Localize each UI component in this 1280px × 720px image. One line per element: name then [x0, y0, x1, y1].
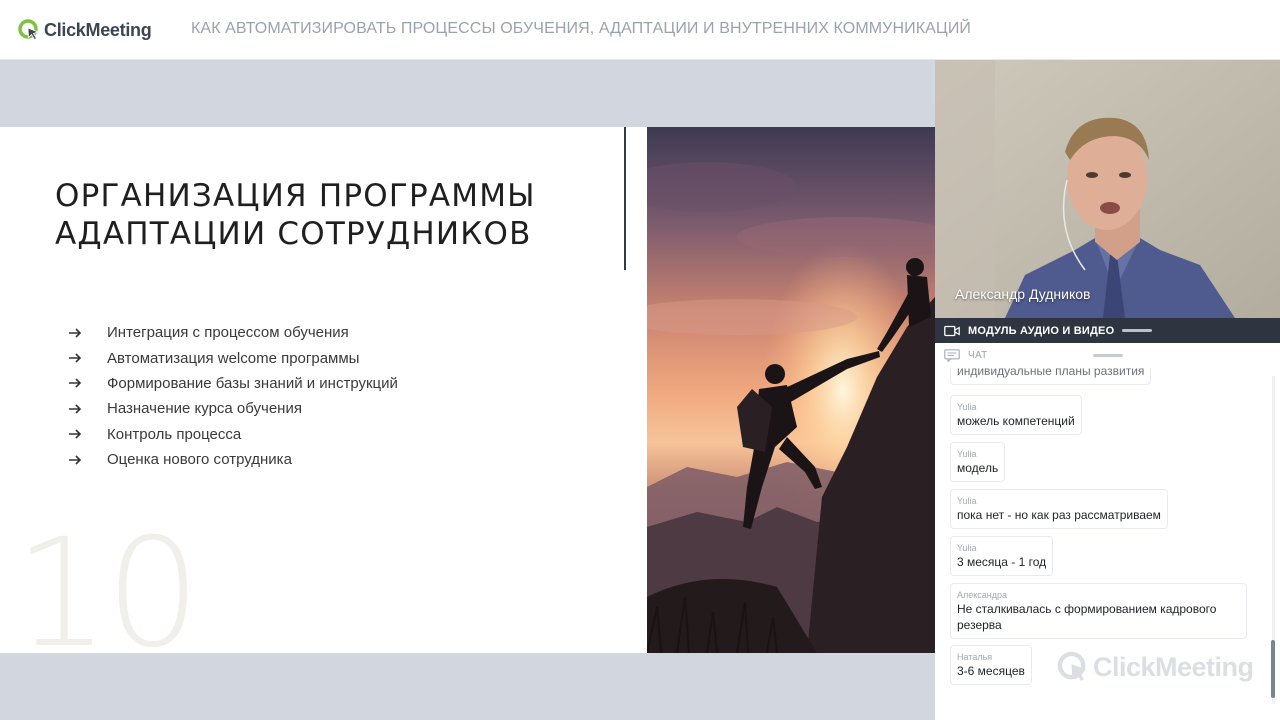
- audio-video-resize-handle[interactable]: [1122, 329, 1153, 332]
- video-camera-icon: [944, 325, 960, 336]
- chat-message: Yulia пока нет - но как раз рассматривае…: [950, 489, 1168, 529]
- slide-bullet: Контроль процесса: [68, 422, 398, 447]
- audio-video-module-label: МОДУЛЬ АУДИО И ВИДЕО: [968, 324, 1115, 337]
- chat-message-author: Александра: [957, 590, 1008, 600]
- chat-message: Yulia можель компетенций: [950, 395, 1082, 435]
- presenter-video[interactable]: Александр Дудников: [935, 60, 1280, 318]
- chat-module-header[interactable]: ЧАТ: [935, 343, 1280, 368]
- presentation-slide: ОРГАНИЗАЦИЯ ПРОГРАММЫ АДАПТАЦИИ СОТРУДНИ…: [0, 127, 935, 653]
- chat-message: индивидуальные планы развития: [950, 368, 1152, 385]
- chat-message-text: Не сталкивалась с формированием кадровог…: [957, 602, 1217, 632]
- presentation-stage: ОРГАНИЗАЦИЯ ПРОГРАММЫ АДАПТАЦИИ СОТРУДНИ…: [0, 60, 935, 720]
- chat-message: Александра Не сталкивалась с формировани…: [950, 583, 1247, 639]
- chat-message-list[interactable]: индивидуальные планы развития Yulia може…: [935, 368, 1280, 720]
- right-panel: Александр Дудников МОДУЛЬ АУДИО И ВИДЕО …: [935, 60, 1280, 720]
- chat-message-author: Yulia: [957, 449, 977, 459]
- slide-bullet-text: Автоматизация welcome программы: [107, 349, 360, 367]
- chat-message-author: Наталья: [957, 652, 993, 662]
- chat-message-text: пока нет - но как раз рассматриваем: [957, 508, 1161, 522]
- clickmeeting-logo-icon: [18, 19, 40, 41]
- watermark-text: ClickMeeting: [1093, 651, 1254, 682]
- logo-text: ClickMeeting: [44, 19, 152, 40]
- slide-bullet-text: Интеграция с процессом обучения: [107, 324, 349, 342]
- presenter-name: Александр Дудников: [955, 286, 1091, 302]
- slide-bullet-text: Формирование базы знаний и инструкций: [107, 374, 398, 392]
- chat-message: Наталья 3-6 месяцев: [950, 645, 1032, 685]
- climbers-sunset-photo: [647, 127, 935, 653]
- arrow-right-icon: [69, 404, 82, 414]
- slide-bullet: Оценка нового сотрудника: [68, 447, 398, 472]
- chat-icon: [944, 349, 960, 362]
- chat-message-text: 3-6 месяцев: [957, 664, 1025, 678]
- slide-divider: [624, 127, 626, 270]
- chat-message-text: индивидуальные планы развития: [957, 368, 1145, 378]
- chat-message-text: можель компетенций: [957, 414, 1075, 428]
- slide-page-number: 10: [14, 507, 201, 653]
- chat-message-author: Yulia: [957, 543, 977, 553]
- arrow-right-icon: [69, 429, 82, 439]
- slide-bullet-text: Назначение курса обучения: [107, 400, 302, 418]
- slide-bullet: Формирование базы знаний и инструкций: [68, 371, 398, 396]
- chat-module-label: ЧАТ: [968, 350, 988, 361]
- chat-scrollbar-thumb[interactable]: [1271, 640, 1275, 698]
- clickmeeting-watermark: ClickMeeting: [1057, 651, 1254, 683]
- chat-message-author: Yulia: [957, 402, 977, 412]
- chat-resize-handle[interactable]: [1093, 354, 1123, 357]
- chat-message-author: Yulia: [957, 496, 977, 506]
- audio-video-module-header[interactable]: МОДУЛЬ АУДИО И ВИДЕО: [935, 318, 1280, 343]
- slide-bullet: Интеграция с процессом обучения: [68, 320, 398, 345]
- slide-heading-line-1: ОРГАНИЗАЦИЯ ПРОГРАММЫ: [55, 178, 536, 214]
- arrow-right-icon: [69, 455, 82, 465]
- clickmeeting-watermark-icon: [1057, 651, 1087, 681]
- meeting-title: КАК АВТОМАТИЗИРОВАТЬ ПРОЦЕССЫ ОБУЧЕНИЯ, …: [191, 20, 972, 37]
- arrow-right-icon: [69, 353, 82, 363]
- slide-bullet-text: Оценка нового сотрудника: [107, 451, 292, 469]
- slide-bullet-text: Контроль процесса: [107, 425, 242, 443]
- slide-bullet: Назначение курса обучения: [68, 396, 398, 421]
- presenter-video-frame: [935, 60, 1280, 318]
- chat-message-text: 3 месяца - 1 год: [957, 555, 1047, 569]
- slide-bullet: Автоматизация welcome программы: [68, 345, 398, 370]
- top-bar: ClickMeeting КАК АВТОМАТИЗИРОВАТЬ ПРОЦЕС…: [0, 0, 1280, 60]
- arrow-right-icon: [69, 328, 82, 338]
- chat-message-text: модель: [957, 461, 999, 475]
- chat-message: Yulia 3 месяца - 1 год: [950, 536, 1054, 576]
- chat-message: Yulia модель: [950, 442, 1006, 482]
- clickmeeting-logo[interactable]: ClickMeeting: [18, 17, 152, 43]
- slide-heading-line-2: АДАПТАЦИИ СОТРУДНИКОВ: [55, 216, 532, 252]
- slide-heading: ОРГАНИЗАЦИЯ ПРОГРАММЫ АДАПТАЦИИ СОТРУДНИ…: [55, 177, 536, 253]
- slide-bullet-list: Интеграция с процессом обучения Автомати…: [68, 320, 398, 472]
- arrow-right-icon: [69, 378, 82, 389]
